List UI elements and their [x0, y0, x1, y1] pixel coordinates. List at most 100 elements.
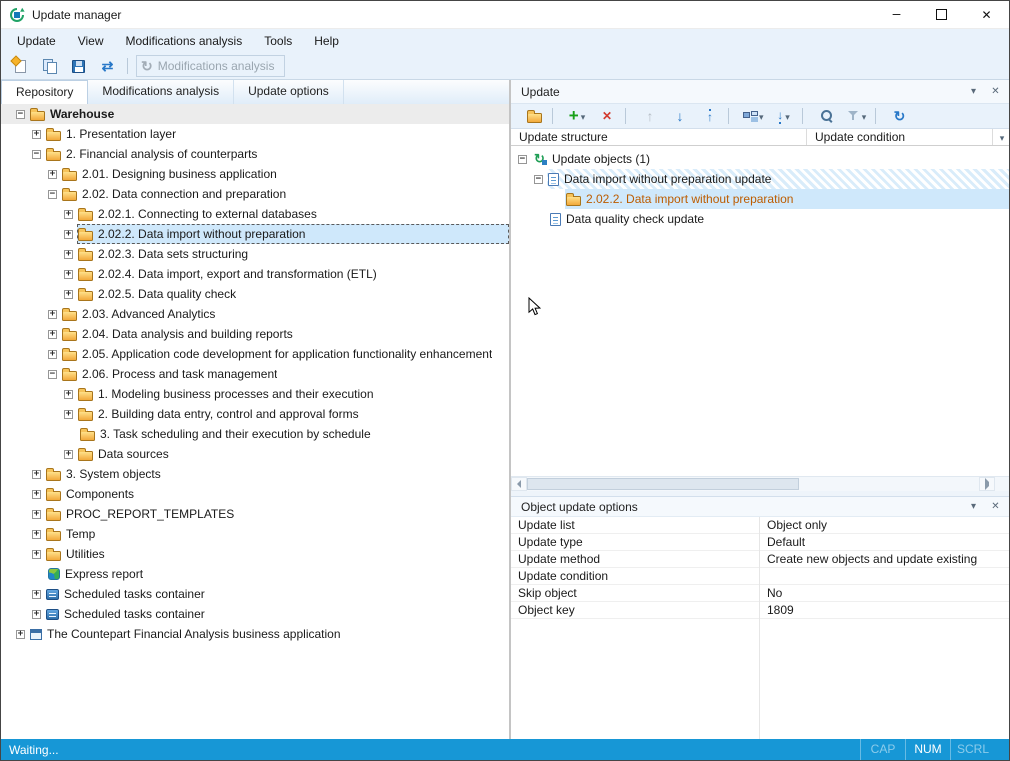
scroll-right-icon[interactable] [979, 477, 995, 491]
tab-update-options[interactable]: Update options [234, 80, 344, 104]
move-top-button[interactable] [698, 106, 722, 127]
expand-toggle[interactable] [64, 250, 73, 259]
menu-tools[interactable]: Tools [253, 29, 303, 53]
expand-toggle[interactable] [64, 270, 73, 279]
tab-modifications-analysis[interactable]: Modifications analysis [88, 80, 234, 104]
import-button[interactable] [772, 106, 796, 127]
panel-close-icon[interactable] [987, 499, 1004, 515]
scroll-track[interactable] [527, 477, 979, 491]
maximize-button[interactable] [919, 1, 964, 28]
tree-item[interactable]: Utilities [1, 544, 509, 564]
tree-item[interactable]: 2.04. Data analysis and building reports [1, 324, 509, 344]
scroll-thumb[interactable] [527, 478, 799, 490]
expand-toggle[interactable] [32, 550, 41, 559]
open-folder-button[interactable] [522, 106, 546, 127]
tree-item[interactable]: 2.03. Advanced Analytics [1, 304, 509, 324]
copy-button[interactable] [36, 55, 63, 77]
tree-item[interactable]: Warehouse [1, 104, 509, 124]
tree-item[interactable]: Scheduled tasks container [1, 604, 509, 624]
panel-menu-icon[interactable] [965, 499, 982, 515]
tree-item[interactable]: 2.05. Application code development for a… [1, 344, 509, 364]
chevron-down-icon[interactable] [579, 109, 586, 123]
collapse-toggle[interactable] [16, 110, 25, 119]
tree-item[interactable]: 2. Financial analysis of counterparts [1, 144, 509, 164]
tree-item[interactable]: 1. Modeling business processes and their… [1, 384, 509, 404]
property-row[interactable]: Update methodCreate new objects and upda… [511, 551, 1009, 568]
refresh-button[interactable] [888, 106, 912, 127]
tree-item[interactable]: 2.02.4. Data import, export and transfor… [1, 264, 509, 284]
tree-item[interactable]: Data quality check update [511, 209, 1009, 229]
search-button[interactable] [815, 106, 839, 127]
tree-item[interactable]: 2.02. Data connection and preparation [1, 184, 509, 204]
horizontal-scrollbar[interactable] [511, 476, 1009, 491]
tab-repository[interactable]: Repository [1, 80, 88, 104]
tree-item[interactable]: 2.06. Process and task management [1, 364, 509, 384]
collapse-toggle[interactable] [534, 175, 543, 184]
menu-update[interactable]: Update [6, 29, 67, 53]
tree-item[interactable]: Data import without preparation update [511, 169, 1009, 189]
tree-item[interactable]: 2.02.2. Data import without preparation [511, 189, 1009, 209]
expand-toggle[interactable] [64, 230, 73, 239]
expand-toggle[interactable] [16, 630, 25, 639]
chevron-down-icon[interactable] [860, 109, 867, 123]
tree-item[interactable]: The Countepart Financial Analysis busine… [1, 624, 509, 644]
expand-toggle[interactable] [32, 510, 41, 519]
column-update-structure[interactable]: Update structure [511, 129, 807, 145]
property-row[interactable]: Object key1809 [511, 602, 1009, 619]
menu-view[interactable]: View [67, 29, 115, 53]
tree-item[interactable]: PROC_REPORT_TEMPLATES [1, 504, 509, 524]
expand-toggle[interactable] [48, 170, 57, 179]
tree-item[interactable]: 1. Presentation layer [1, 124, 509, 144]
expand-toggle[interactable] [64, 390, 73, 399]
close-button[interactable] [964, 1, 1009, 28]
expand-toggle[interactable] [64, 410, 73, 419]
tree-item[interactable]: 2. Building data entry, control and appr… [1, 404, 509, 424]
tree-options-button[interactable] [741, 106, 766, 127]
expand-toggle[interactable] [64, 450, 73, 459]
tree-item[interactable]: 2.02.2. Data import without preparation [1, 224, 509, 244]
tree-item[interactable]: Data sources [1, 444, 509, 464]
delete-button[interactable] [595, 106, 619, 127]
expand-toggle[interactable] [32, 470, 41, 479]
expand-toggle[interactable] [48, 350, 57, 359]
save-button[interactable] [65, 55, 92, 77]
expand-toggle[interactable] [48, 330, 57, 339]
tree-item[interactable]: Temp [1, 524, 509, 544]
tree-item[interactable]: 2.02.5. Data quality check [1, 284, 509, 304]
expand-toggle[interactable] [32, 130, 41, 139]
property-row[interactable]: Update listObject only [511, 517, 1009, 534]
property-row[interactable]: Skip objectNo [511, 585, 1009, 602]
property-row[interactable]: Update condition [511, 568, 1009, 585]
new-document-button[interactable] [7, 55, 34, 77]
tree-item[interactable]: Components [1, 484, 509, 504]
collapse-toggle[interactable] [518, 155, 527, 164]
menu-modifications-analysis[interactable]: Modifications analysis [115, 29, 254, 53]
tree-item[interactable]: 3. Task scheduling and their execution b… [1, 424, 509, 444]
collapse-toggle[interactable] [48, 190, 57, 199]
panel-menu-icon[interactable] [965, 84, 982, 100]
column-chooser-button[interactable] [992, 129, 1009, 145]
collapse-toggle[interactable] [48, 370, 57, 379]
menu-help[interactable]: Help [303, 29, 350, 53]
collapse-toggle[interactable] [32, 150, 41, 159]
expand-toggle[interactable] [32, 610, 41, 619]
filter-button[interactable] [845, 106, 869, 127]
property-row[interactable]: Update typeDefault [511, 534, 1009, 551]
tree-item[interactable]: Express report [1, 564, 509, 584]
expand-toggle[interactable] [64, 290, 73, 299]
expand-toggle[interactable] [48, 310, 57, 319]
scroll-left-icon[interactable] [511, 477, 527, 491]
column-update-condition[interactable]: Update condition [807, 129, 992, 145]
tree-item[interactable]: 2.02.3. Data sets structuring [1, 244, 509, 264]
expand-toggle[interactable] [32, 530, 41, 539]
minimize-button[interactable] [874, 1, 919, 28]
tree-item[interactable]: Update objects (1) [511, 149, 1009, 169]
expand-toggle[interactable] [32, 590, 41, 599]
move-down-button[interactable] [668, 106, 692, 127]
tree-item[interactable]: Scheduled tasks container [1, 584, 509, 604]
sync-button[interactable] [94, 55, 121, 77]
tree-item[interactable]: 3. System objects [1, 464, 509, 484]
panel-close-icon[interactable] [987, 84, 1004, 100]
expand-toggle[interactable] [64, 210, 73, 219]
add-button[interactable] [565, 106, 589, 127]
